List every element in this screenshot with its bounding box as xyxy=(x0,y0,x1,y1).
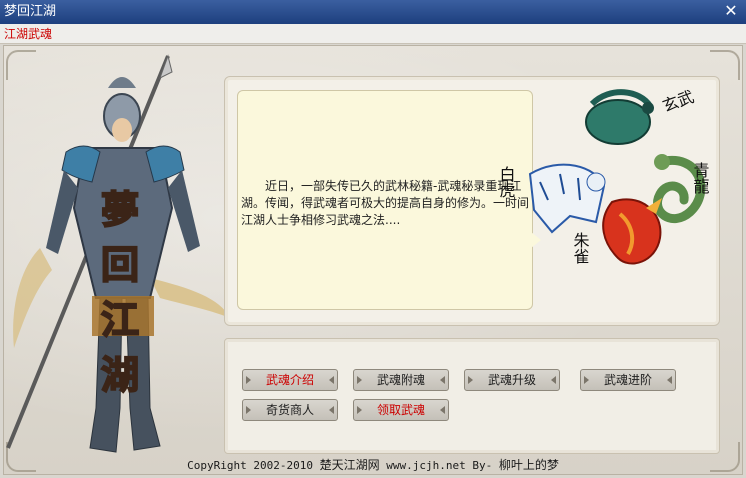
logo-char: 湖 xyxy=(101,352,139,397)
arm xyxy=(168,170,200,252)
beast-label: 玄武 xyxy=(660,87,697,116)
wuhun-advance-button[interactable]: 武魂进阶 xyxy=(580,369,676,391)
footer-url: www.jcjh.net xyxy=(386,459,466,472)
footer-author: 柳叶上的梦 xyxy=(498,458,559,472)
scarf-ribbon xyxy=(13,248,53,348)
arm xyxy=(46,170,78,254)
footer-copyright: CopyRight 2002-2010 xyxy=(187,459,313,472)
footer-by: By- xyxy=(472,459,493,472)
merchant-button[interactable]: 奇货商人 xyxy=(242,399,338,421)
logo-char: 夢 xyxy=(101,187,139,232)
story-text: 近日，一部失传已久的武林秘籍-武魂秘录重现江湖。传闻，得武魂者可极大的提高自身的… xyxy=(241,179,530,227)
beast-label: 青龍 xyxy=(691,162,710,195)
close-button[interactable]: ✕ xyxy=(722,2,740,20)
tab-jianghu-wuhun[interactable]: 江湖武魂 xyxy=(4,26,52,42)
claim-wuhun-button[interactable]: 领取武魂 xyxy=(353,399,449,421)
footer: CopyRight 2002-2010 楚天江湖网 www.jcjh.net B… xyxy=(0,457,746,474)
wuhun-intro-button[interactable]: 武魂介绍 xyxy=(242,369,338,391)
warrior-illustration: 夢 回 江 湖 xyxy=(6,54,230,453)
wuhun-attach-button[interactable]: 武魂附魂 xyxy=(353,369,449,391)
beast-label: 朱雀 xyxy=(571,232,590,264)
logo-char: 江 xyxy=(101,297,139,342)
four-beasts-illustration: 玄武 青龍 白虎 朱雀 xyxy=(500,87,710,265)
tab-bar: 江湖武魂 xyxy=(0,24,746,44)
actions-panel xyxy=(224,338,720,454)
black-tortoise-image xyxy=(585,89,654,145)
white-tiger-image xyxy=(528,163,606,234)
scarf-ribbon xyxy=(150,278,230,318)
window-title: 梦回江湖 xyxy=(4,4,57,19)
window-title-bar: 梦回江湖 ✕ xyxy=(0,0,746,24)
logo-char: 回 xyxy=(101,242,139,287)
vermilion-bird-image xyxy=(602,198,662,265)
footer-site-name: 楚天江湖网 xyxy=(319,458,380,472)
helmet-crest xyxy=(108,77,136,88)
wuhun-upgrade-button[interactable]: 武魂升级 xyxy=(464,369,560,391)
face xyxy=(112,118,132,142)
beast-label: 白虎 xyxy=(500,166,516,198)
